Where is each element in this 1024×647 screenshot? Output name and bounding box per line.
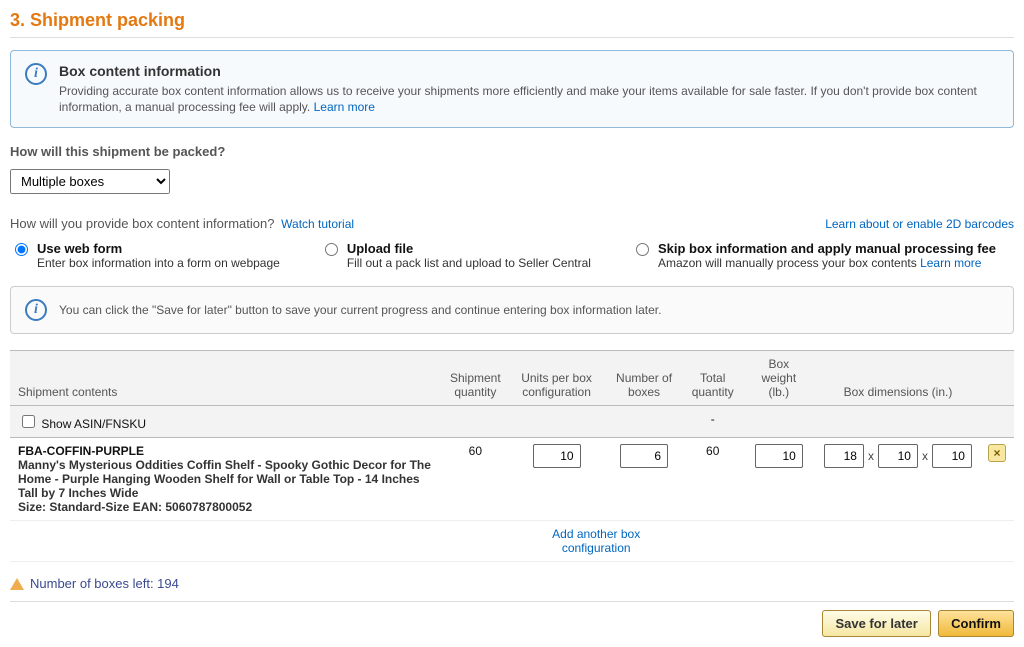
section-title: 3. Shipment packing — [10, 10, 1014, 31]
provide-method-radios: Use web form Enter box information into … — [10, 241, 1014, 270]
th-total-qty: Total quantity — [684, 351, 742, 406]
num-boxes-input[interactable] — [620, 444, 668, 468]
box-content-info-alert: i Box content information Providing accu… — [10, 50, 1014, 128]
radio-web-form-desc: Enter box information into a form on web… — [37, 256, 280, 270]
save-tip-text: You can click the "Save for later" butto… — [59, 299, 661, 318]
units-per-box-input[interactable] — [533, 444, 581, 468]
shipment-contents-table: Shipment contents Shipment quantity Unit… — [10, 350, 1014, 562]
radio-upload-file-desc: Fill out a pack list and upload to Selle… — [347, 256, 591, 270]
info-icon: i — [25, 63, 47, 85]
show-asin-row: Show ASIN/FNSKU - — [10, 406, 1014, 438]
th-box-weight: Box weight (lb.) — [742, 351, 816, 406]
radio-web-form[interactable] — [15, 243, 28, 256]
th-units-box: Units per box configuration — [509, 351, 605, 406]
provide-question: How will you provide box content informa… — [10, 216, 274, 231]
alert-body-text: Providing accurate box content informati… — [59, 84, 977, 114]
pack-question: How will this shipment be packed? — [10, 144, 1014, 159]
radio-upload-file-label: Upload file — [347, 241, 591, 256]
times-icon: x — [868, 449, 874, 463]
show-asin-label-wrap[interactable]: Show ASIN/FNSKU — [18, 417, 146, 431]
table-row: FBA-COFFIN-PURPLE Manny's Mysterious Odd… — [10, 438, 1014, 521]
dim-height-input[interactable] — [932, 444, 972, 468]
th-actions — [980, 351, 1014, 406]
warning-icon — [10, 578, 24, 590]
total-qty-cell: 60 — [684, 438, 742, 521]
dim-width-input[interactable] — [878, 444, 918, 468]
dim-length-input[interactable] — [824, 444, 864, 468]
radio-web-form-label: Use web form — [37, 241, 280, 256]
info-icon: i — [25, 299, 47, 321]
th-ship-qty: Shipment quantity — [442, 351, 509, 406]
radio-upload-file[interactable] — [325, 243, 338, 256]
radio-skip-label: Skip box information and apply manual pr… — [658, 241, 996, 256]
save-later-tip: i You can click the "Save for later" but… — [10, 286, 1014, 334]
radio-skip-desc-text: Amazon will manually process your box co… — [658, 256, 920, 270]
show-asin-label: Show ASIN/FNSKU — [41, 417, 146, 431]
th-contents: Shipment contents — [10, 351, 442, 406]
th-num-boxes: Number of boxes — [604, 351, 683, 406]
boxes-left-notice: Number of boxes left: 194 — [10, 576, 1014, 591]
alert-title: Box content information — [59, 63, 999, 79]
boxes-left-text: Number of boxes left: 194 — [30, 576, 179, 591]
divider — [10, 37, 1014, 38]
radio-skip-desc: Amazon will manually process your box co… — [658, 256, 996, 270]
product-size: Size: Standard-Size EAN: 5060787800052 — [18, 500, 434, 514]
save-for-later-button[interactable]: Save for later — [822, 610, 930, 637]
pack-method-select[interactable]: Multiple boxes — [10, 169, 170, 194]
ship-qty-cell: 60 — [442, 438, 509, 521]
product-desc: Manny's Mysterious Oddities Coffin Shelf… — [18, 458, 434, 500]
add-box-config-link[interactable]: Add another box configuration — [552, 527, 640, 555]
add-config-row: Add another box configuration — [10, 521, 1014, 562]
alert-body: Providing accurate box content informati… — [59, 83, 999, 115]
footer-buttons: Save for later Confirm — [10, 601, 1014, 637]
box-dims-group: x x — [824, 444, 972, 468]
skip-learn-more-link[interactable]: Learn more — [920, 256, 981, 270]
radio-skip-box-info[interactable] — [636, 243, 649, 256]
box-weight-input[interactable] — [755, 444, 803, 468]
learn-more-link[interactable]: Learn more — [314, 100, 375, 114]
total-qty-dash: - — [684, 406, 742, 438]
th-box-dims: Box dimensions (in.) — [816, 351, 980, 406]
remove-row-button[interactable]: × — [988, 444, 1006, 462]
times-icon: x — [922, 449, 928, 463]
sku-text: FBA-COFFIN-PURPLE — [18, 444, 434, 458]
confirm-button[interactable]: Confirm — [938, 610, 1014, 637]
enable-2d-barcodes-link[interactable]: Learn about or enable 2D barcodes — [825, 217, 1014, 231]
show-asin-checkbox[interactable] — [22, 415, 35, 428]
watch-tutorial-link[interactable]: Watch tutorial — [281, 217, 354, 231]
